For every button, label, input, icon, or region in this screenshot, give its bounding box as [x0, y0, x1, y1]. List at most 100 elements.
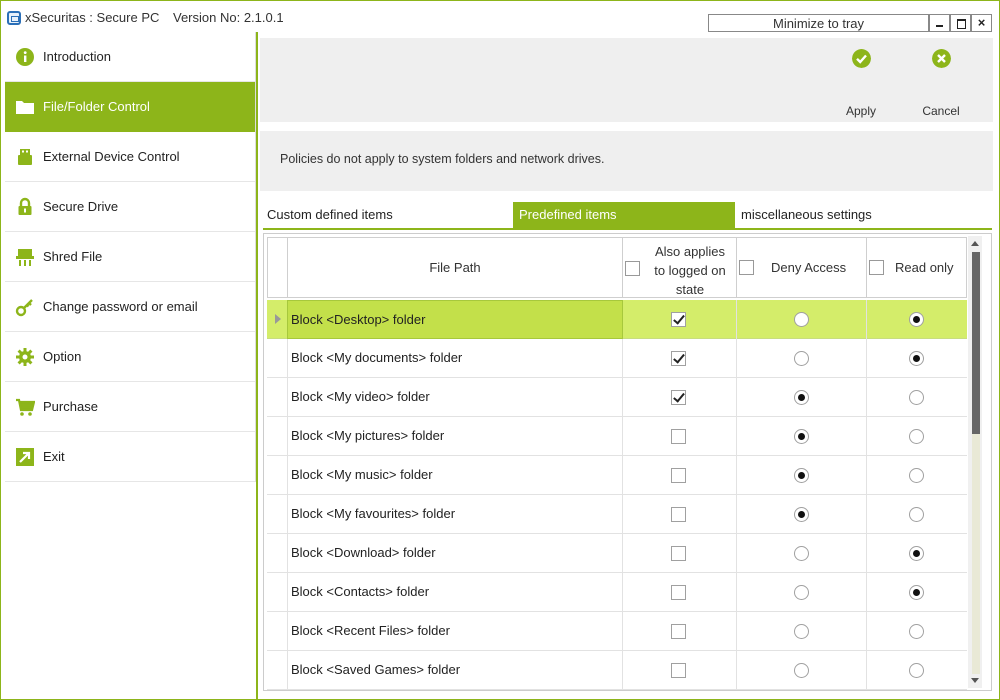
deny-access-cell	[737, 612, 867, 651]
lock-icon	[18, 197, 32, 215]
deny-access-radio[interactable]	[794, 663, 809, 678]
logged-on-checkbox[interactable]	[671, 351, 686, 366]
deny-access-radio[interactable]	[794, 351, 809, 366]
sidebar-item-label: Change password or email	[43, 299, 198, 314]
table-row[interactable]: Block <Download> folder	[267, 534, 967, 573]
close-button[interactable]: ×	[971, 14, 992, 32]
deny-access-radio[interactable]	[794, 585, 809, 600]
logged-on-checkbox[interactable]	[671, 663, 686, 678]
deny-access-cell	[737, 495, 867, 534]
deny-access-radio[interactable]	[794, 546, 809, 561]
sidebar-item-option[interactable]: Option	[5, 332, 255, 382]
deny-access-radio[interactable]	[794, 429, 809, 444]
read-only-select-all-checkbox[interactable]	[869, 260, 884, 275]
row-indicator	[267, 612, 287, 651]
scroll-down-arrow-icon[interactable]	[971, 678, 979, 683]
deny-access-radio[interactable]	[794, 390, 809, 405]
sidebar-item-purchase[interactable]: Purchase	[5, 382, 255, 432]
file-path-cell[interactable]: Block <Saved Games> folder	[287, 651, 623, 690]
logged-on-checkbox[interactable]	[671, 468, 686, 483]
logged-on-checkbox[interactable]	[671, 585, 686, 600]
apply-button[interactable]: Apply	[831, 46, 891, 118]
logged-on-cell	[623, 378, 737, 417]
sidebar-item-exit[interactable]: Exit	[5, 432, 255, 482]
maximize-button[interactable]	[950, 14, 971, 32]
table-row[interactable]: Block <Contacts> folder	[267, 573, 967, 612]
sidebar-item-change-password[interactable]: Change password or email	[5, 282, 255, 332]
deny-access-radio[interactable]	[794, 312, 809, 327]
sidebar-item-label: Exit	[43, 449, 65, 464]
logged-on-checkbox[interactable]	[671, 507, 686, 522]
table-row[interactable]: Block <My pictures> folder	[267, 417, 967, 456]
sidebar-item-shred-file[interactable]: Shred File	[5, 232, 255, 282]
read-only-radio[interactable]	[909, 351, 924, 366]
sidebar-item-external-device-control[interactable]: External Device Control	[5, 132, 255, 182]
table-row[interactable]: Block <Recent Files> folder	[267, 612, 967, 651]
logged-on-checkbox[interactable]	[671, 624, 686, 639]
read-only-radio[interactable]	[909, 390, 924, 405]
sidebar: Introduction File/Folder Control Externa…	[5, 32, 256, 482]
deny-access-radio[interactable]	[794, 468, 809, 483]
minimize-to-tray-button[interactable]: Minimize to tray	[708, 14, 929, 32]
app-title: xSecuritas : Secure PC	[25, 10, 160, 25]
column-header-logged-on: Also applies to logged on state	[622, 237, 737, 298]
app-version: Version No: 2.1.0.1	[173, 10, 284, 25]
deny-access-radio[interactable]	[794, 624, 809, 639]
table-row[interactable]: Block <Desktop> folder	[267, 300, 967, 339]
deny-access-select-all-checkbox[interactable]	[739, 260, 754, 275]
logged-on-select-all-checkbox[interactable]	[625, 261, 640, 276]
read-only-cell	[867, 417, 967, 456]
table-row[interactable]: Block <My favourites> folder	[267, 495, 967, 534]
read-only-radio[interactable]	[909, 429, 924, 444]
read-only-cell	[867, 495, 967, 534]
column-header-label: Also applies to logged on state	[654, 244, 726, 297]
logged-on-checkbox[interactable]	[671, 546, 686, 561]
read-only-radio[interactable]	[909, 546, 924, 561]
minimize-button[interactable]	[929, 14, 950, 32]
cancel-button[interactable]: Cancel	[911, 46, 971, 118]
cart-icon	[16, 398, 35, 416]
file-path-cell[interactable]: Block <Recent Files> folder	[287, 612, 623, 651]
file-path-cell[interactable]: Block <My favourites> folder	[287, 495, 623, 534]
sidebar-item-label: Purchase	[43, 399, 98, 414]
read-only-radio[interactable]	[909, 663, 924, 678]
logged-on-checkbox[interactable]	[671, 390, 686, 405]
read-only-radio[interactable]	[909, 312, 924, 327]
sidebar-item-file-folder-control[interactable]: File/Folder Control	[5, 82, 255, 132]
read-only-radio[interactable]	[909, 468, 924, 483]
logged-on-cell	[623, 300, 737, 339]
table-row[interactable]: Block <My documents> folder	[267, 339, 967, 378]
folder-icon	[16, 101, 34, 114]
read-only-radio[interactable]	[909, 585, 924, 600]
file-path-cell[interactable]: Block <Desktop> folder	[287, 300, 623, 339]
read-only-radio[interactable]	[909, 624, 924, 639]
file-path-cell[interactable]: Block <Download> folder	[287, 534, 623, 573]
table-row[interactable]: Block <Saved Games> folder	[267, 651, 967, 690]
read-only-cell	[867, 378, 967, 417]
file-path-cell[interactable]: Block <My pictures> folder	[287, 417, 623, 456]
file-path-cell[interactable]: Block <My video> folder	[287, 378, 623, 417]
logged-on-cell	[623, 417, 737, 456]
read-only-radio[interactable]	[909, 507, 924, 522]
logged-on-checkbox[interactable]	[671, 312, 686, 327]
tab-miscellaneous-settings[interactable]: miscellaneous settings	[737, 202, 992, 228]
scroll-up-arrow-icon[interactable]	[971, 241, 979, 246]
grid-scrollbar[interactable]	[968, 236, 982, 688]
sidebar-item-introduction[interactable]: Introduction	[5, 32, 255, 82]
deny-access-cell	[737, 651, 867, 690]
tab-custom-defined-items[interactable]: Custom defined items	[263, 202, 511, 228]
table-row[interactable]: Block <My video> folder	[267, 378, 967, 417]
file-path-cell[interactable]: Block <Contacts> folder	[287, 573, 623, 612]
info-icon	[16, 48, 34, 66]
scroll-thumb[interactable]	[972, 252, 980, 434]
sidebar-item-secure-drive[interactable]: Secure Drive	[5, 182, 255, 232]
logged-on-checkbox[interactable]	[671, 429, 686, 444]
key-icon	[15, 299, 33, 317]
file-path-cell[interactable]: Block <My music> folder	[287, 456, 623, 495]
deny-access-radio[interactable]	[794, 507, 809, 522]
row-indicator	[267, 534, 287, 573]
file-path-text: Block <My video> folder	[291, 389, 430, 404]
file-path-cell[interactable]: Block <My documents> folder	[287, 339, 623, 378]
tab-predefined-items[interactable]: Predefined items	[513, 202, 735, 228]
table-row[interactable]: Block <My music> folder	[267, 456, 967, 495]
